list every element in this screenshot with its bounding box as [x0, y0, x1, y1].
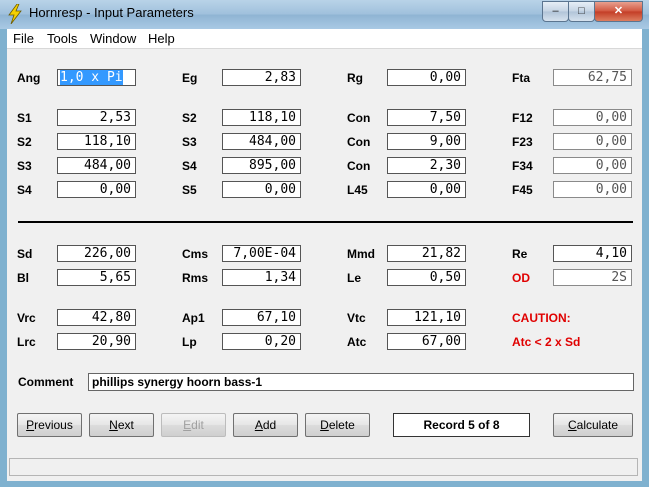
param-field-f45: 0,00	[553, 181, 632, 198]
param-field-lp[interactable]: 0,20	[222, 333, 301, 350]
param-field-rg[interactable]: 0,00	[387, 69, 466, 86]
param-label-s3: S3	[182, 135, 197, 149]
selected-text: 1,0 x Pi	[60, 70, 123, 85]
param-field-cms[interactable]: 7,00E-04	[222, 245, 301, 262]
param-label-vrc: Vrc	[17, 311, 36, 325]
param-label-atc: Atc	[347, 335, 367, 349]
param-label-sd: Sd	[17, 247, 33, 261]
param-field-lrc[interactable]: 20,90	[57, 333, 136, 350]
param-field-od: 2S	[553, 269, 632, 286]
param-field-vrc[interactable]: 42,80	[57, 309, 136, 326]
param-field-mmd[interactable]: 21,82	[387, 245, 466, 262]
param-label-con: Con	[347, 135, 371, 149]
param-label-fta: Fta	[512, 71, 530, 85]
param-field-s2[interactable]: 118,10	[57, 133, 136, 150]
param-field-ap1[interactable]: 67,10	[222, 309, 301, 326]
param-field-re[interactable]: 4,10	[553, 245, 632, 262]
menu-window[interactable]: Window	[90, 31, 136, 46]
window-title: Hornresp - Input Parameters	[29, 5, 194, 20]
lightning-app-icon	[8, 4, 22, 24]
param-label-f12: F12	[512, 111, 533, 125]
param-field-s4[interactable]: 895,00	[222, 157, 301, 174]
param-field-s3[interactable]: 484,00	[222, 133, 301, 150]
param-field-le[interactable]: 0,50	[387, 269, 466, 286]
param-label-s2: S2	[182, 111, 197, 125]
next-button[interactable]: Next	[89, 413, 154, 437]
status-bar	[9, 458, 638, 476]
param-label-ap1: Ap1	[182, 311, 205, 325]
edit-button[interactable]: Edit	[161, 413, 226, 437]
param-field-eg[interactable]: 2,83	[222, 69, 301, 86]
param-label-s5: S5	[182, 183, 197, 197]
param-label-rms: Rms	[182, 271, 209, 285]
menu-tools[interactable]: Tools	[47, 31, 77, 46]
param-field-s2[interactable]: 118,10	[222, 109, 301, 126]
param-label-f45: F45	[512, 183, 533, 197]
param-field-con[interactable]: 2,30	[387, 157, 466, 174]
param-label-rg: Rg	[347, 71, 363, 85]
param-label-s3: S3	[17, 159, 32, 173]
comment-field[interactable]: phillips synergy hoorn bass-1	[88, 373, 634, 391]
param-field-atc[interactable]: 67,00	[387, 333, 466, 350]
param-label-s1: S1	[17, 111, 32, 125]
menu-help[interactable]: Help	[148, 31, 175, 46]
param-label-s4: S4	[17, 183, 32, 197]
param-label-od: OD	[512, 271, 530, 285]
section-separator	[18, 221, 633, 223]
menu-file[interactable]: File	[13, 31, 34, 46]
param-field-fta: 62,75	[553, 69, 632, 86]
param-label-eg: Eg	[182, 71, 198, 85]
param-field-s5[interactable]: 0,00	[222, 181, 301, 198]
param-label-f23: F23	[512, 135, 533, 149]
param-label-ang: Ang	[17, 71, 41, 85]
param-field-f12: 0,00	[553, 109, 632, 126]
param-label-lrc: Lrc	[17, 335, 36, 349]
param-field-s1[interactable]: 2,53	[57, 109, 136, 126]
param-label-s4: S4	[182, 159, 197, 173]
param-field-vtc[interactable]: 121,10	[387, 309, 466, 326]
maximize-button[interactable]: □	[568, 1, 595, 22]
minimize-button[interactable]: –	[542, 1, 569, 22]
param-field-sd[interactable]: 226,00	[57, 245, 136, 262]
param-label-bl: Bl	[17, 271, 29, 285]
param-label-f34: F34	[512, 159, 533, 173]
param-label-cms: Cms	[182, 247, 209, 261]
param-label-mmd: Mmd	[347, 247, 375, 261]
param-field-rms[interactable]: 1,34	[222, 269, 301, 286]
param-field-s4[interactable]: 0,00	[57, 181, 136, 198]
param-field-bl[interactable]: 5,65	[57, 269, 136, 286]
param-label-atc-2-x-sd: Atc < 2 x Sd	[512, 335, 581, 349]
param-label-con: Con	[347, 111, 371, 125]
param-field-f23: 0,00	[553, 133, 632, 150]
previous-button[interactable]: Previous	[17, 413, 82, 437]
add-button[interactable]: Add	[233, 413, 298, 437]
input-parameters-panel: Ang 1,0 x Pi Eg 2,83 Rg 0,00 Fta 62,75 S1 2,53 S2 1…	[7, 48, 642, 481]
param-field-l45[interactable]: 0,00	[387, 181, 466, 198]
param-label-lp: Lp	[182, 335, 197, 349]
comment-label: Comment	[18, 375, 74, 389]
param-label-s2: S2	[17, 135, 32, 149]
param-label-le: Le	[347, 271, 362, 285]
param-field-f34: 0,00	[553, 157, 632, 174]
param-label-re: Re	[512, 247, 528, 261]
param-field-s3[interactable]: 484,00	[57, 157, 136, 174]
param-field-con[interactable]: 9,00	[387, 133, 466, 150]
param-label-con: Con	[347, 159, 371, 173]
record-indicator: Record 5 of 8	[393, 413, 530, 437]
param-label-l45: L45	[347, 183, 368, 197]
param-field-ang[interactable]: 1,0 x Pi	[57, 69, 136, 86]
delete-button[interactable]: Delete	[305, 413, 370, 437]
param-label-vtc: Vtc	[347, 311, 366, 325]
param-field-con[interactable]: 7,50	[387, 109, 466, 126]
calculate-button[interactable]: Calculate	[553, 413, 633, 437]
close-button[interactable]: ✕	[594, 1, 643, 22]
param-label-caution: CAUTION:	[512, 311, 571, 325]
